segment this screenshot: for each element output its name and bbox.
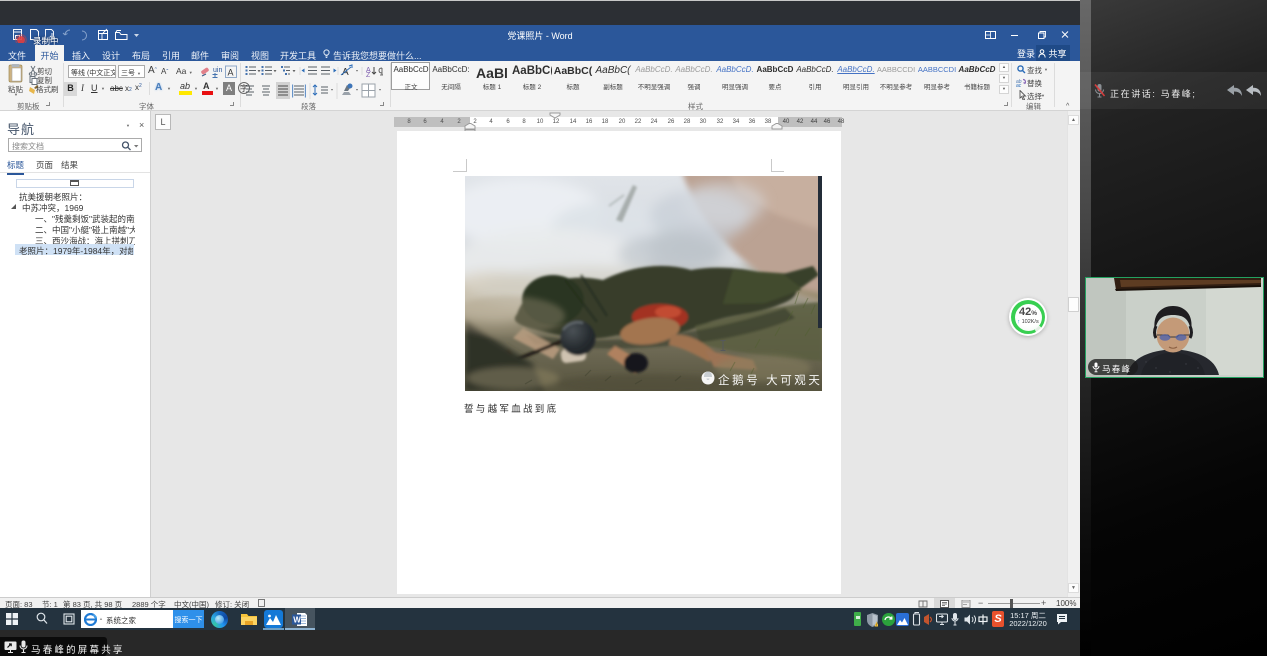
svg-text:!: ! bbox=[876, 622, 877, 627]
svg-text:W: W bbox=[293, 616, 301, 625]
svg-text:企鹅号 大可观天下: 企鹅号 大可观天下 bbox=[718, 373, 822, 387]
svg-text:A: A bbox=[342, 67, 349, 78]
svg-text:Z: Z bbox=[366, 72, 371, 79]
svg-text:ac: ac bbox=[1016, 83, 1022, 87]
svg-text:A: A bbox=[228, 68, 234, 78]
svg-text:uin: uin bbox=[213, 67, 222, 74]
